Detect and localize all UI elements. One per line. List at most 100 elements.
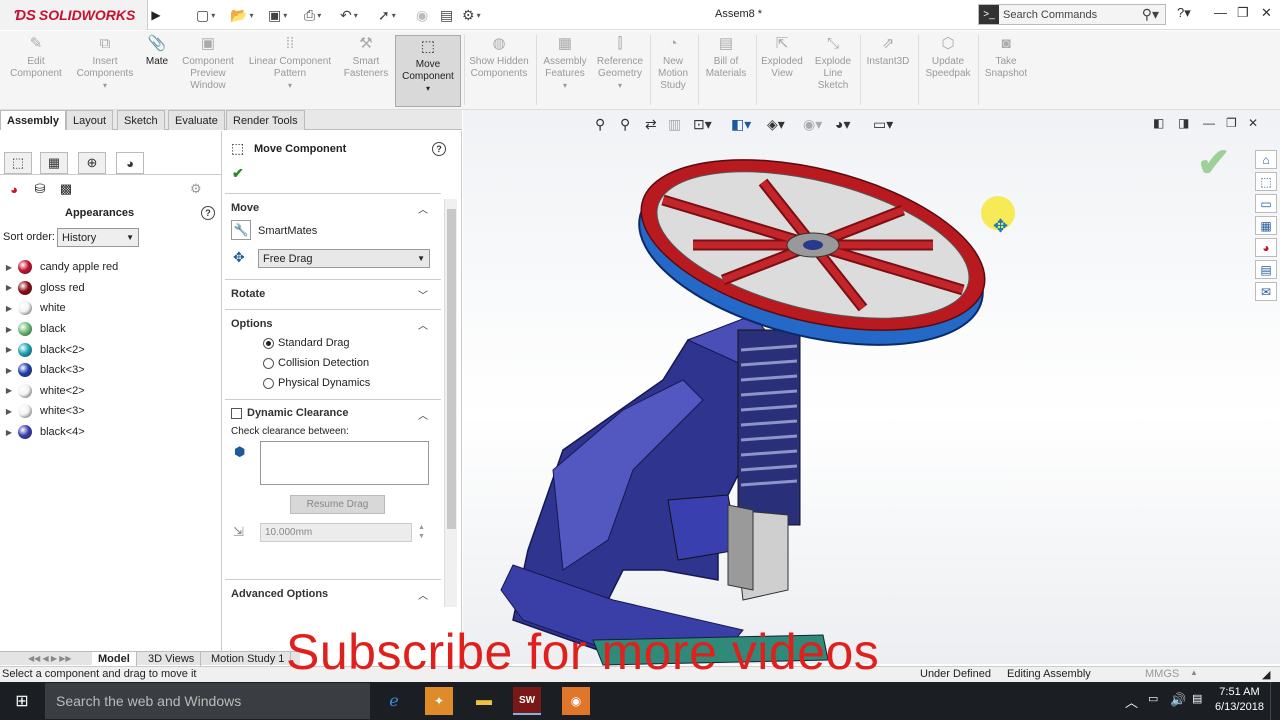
tab-render-tools[interactable]: Render Tools [226,110,305,130]
scrollbar-thumb[interactable] [447,209,456,529]
search-icon[interactable]: ⚲▾ [1142,6,1159,23]
appearance-item[interactable]: ▶ black<2> [0,339,222,360]
tab-scroll-arrows-icon[interactable]: ◀◀ ◀ ▶ ▶▶ [28,654,72,663]
dynamic-annotation-icon[interactable]: ⊡▾ [693,116,712,133]
edit-component-button[interactable]: ✎ Edit Component [6,35,66,80]
expand-icon[interactable]: ﹀ [418,287,428,302]
select-cursor-icon[interactable]: ➚ ▾ [378,5,396,25]
tile-left-icon[interactable]: ◧ [1153,116,1164,130]
expand-arrow-icon[interactable]: ▶ [0,325,18,334]
dynamic-clearance-checkbox[interactable]: Dynamic Clearance [231,407,349,419]
decals-icon[interactable]: ⛁ [30,179,50,199]
hide-show-items-icon[interactable]: ◉▾ [803,116,822,133]
collapse-icon[interactable]: ︿ [418,407,428,422]
feature-manager-icon[interactable]: ⬚ [4,152,32,174]
bill-of-materials-button[interactable]: ▤ Bill of Materials [700,35,752,80]
tray-chevron-icon[interactable]: ︿ [1125,692,1138,711]
volume-icon[interactable]: 🔊 [1170,692,1186,708]
tile-right-icon[interactable]: ◨ [1178,116,1189,130]
tab-evaluate[interactable]: Evaluate [168,110,225,130]
unit-system[interactable]: MMGS [1145,668,1179,680]
solidworks-taskbar-icon[interactable]: SW [513,687,541,715]
search-commands-field[interactable]: >_ Search Commands ⚲▾ [978,4,1166,25]
move-component-button[interactable]: ⬚ Move Component ▾ [395,35,461,107]
appearance-item[interactable]: ▶ white [0,298,222,319]
rebuild-icon[interactable]: ◉ [416,5,428,25]
appearance-item[interactable]: ▶ black [0,319,222,340]
expand-arrow-icon[interactable]: ▶ [0,304,18,313]
scene-icon[interactable]: ▩ [56,179,76,199]
show-desktop-button[interactable] [1270,682,1280,720]
collapse-icon[interactable]: ︿ [418,317,428,332]
view-palette-icon[interactable]: ▦ [1255,216,1277,235]
options-gear-icon[interactable]: ⚙ ▾ [462,5,481,25]
appearance-item[interactable]: ▶ black<4> [0,422,222,443]
app-icon[interactable]: ✦ [425,687,453,715]
undo-icon[interactable]: ↶ ▾ [340,5,358,25]
design-library-icon[interactable]: ⬚ [1255,172,1277,191]
close-button[interactable]: ✕ [1261,5,1272,21]
expand-arrow-icon[interactable]: ▶ [0,366,18,375]
appearance-item[interactable]: ▶ white<2> [0,381,222,402]
rotate-section[interactable]: Rotate ﹀ [225,279,441,307]
expand-arrow-icon[interactable]: ▶ [0,428,18,437]
minimize-button[interactable]: — [1214,5,1227,20]
appearance-manager-icon[interactable]: ◕ [116,152,144,174]
exploded-view-button[interactable]: ⇱ Exploded View [758,35,806,80]
recorder-icon[interactable]: ◉ [562,687,590,715]
expand-arrow-icon[interactable]: ▶ [0,386,18,395]
tab-sketch[interactable]: Sketch [117,110,165,130]
home-icon[interactable]: ⌂ [1255,150,1277,169]
tab-motion-study[interactable]: Motion Study 1 [205,652,292,666]
windows-start-icon[interactable]: ⊞ [0,682,44,720]
explode-line-sketch-button[interactable]: ⤡ Explode Line Sketch [810,35,856,92]
help-icon[interactable]: ? [432,142,446,156]
expand-arrow-icon[interactable]: ▶ [0,407,18,416]
standard-drag-radio[interactable]: Standard Drag [263,337,350,349]
component-preview-window-button[interactable]: ▣ Component Preview Window [176,35,240,92]
linear-component-pattern-button[interactable]: ⁞⁞ Linear Component Pattern ▾ [244,35,336,92]
appearance-edit-icon[interactable]: ⚙ [190,181,202,197]
graphics-area[interactable]: ⚲ ⚲ ⇄ ▥ ⊡▾ ◧▾ ◈▾ ◉▾ ◕▾ ▭▾ ◧ ◨ — ❐ ✕ ✔ ✥ [463,110,1280,666]
new-motion-study-button[interactable]: ◔ New Motion Study [652,35,694,92]
taskbar-search[interactable]: Search the web and Windows [45,683,370,719]
edge-icon[interactable]: ℯ [380,687,408,715]
expand-arrow-icon[interactable]: ▶ [0,263,18,272]
close-view-icon[interactable]: ✕ [1248,116,1258,130]
units-chevron-icon[interactable]: ▲ [1190,668,1198,677]
ok-check-icon[interactable]: ✔ [232,165,244,182]
appearance-item[interactable]: ▶ candy apple red [0,257,222,278]
sort-order-select[interactable]: History ▼ [57,228,139,247]
previous-view-icon[interactable]: ⇄ [645,116,657,133]
tab-layout[interactable]: Layout [66,110,114,130]
update-speedpak-button[interactable]: ⬡ Update Speedpak [920,35,976,80]
mate-button[interactable]: 📎 Mate [142,35,172,68]
tab-3d-views[interactable]: 3D Views [142,652,202,666]
assembly-features-button[interactable]: ▦ Assembly Features ▾ [538,35,592,92]
display-style-icon[interactable]: ◈▾ [767,116,785,133]
show-hidden-components-button[interactable]: ◍ Show Hidden Components [466,35,532,80]
press-model[interactable]: ✥ [493,150,1053,695]
smart-fasteners-button[interactable]: ⚒ Smart Fasteners [340,35,392,80]
solidworks-logo[interactable]: ƊS SOLIDWORKS [0,0,148,30]
tab-model[interactable]: Model [92,652,137,666]
section-view-icon[interactable]: ▥ [668,116,681,133]
file-explorer-icon[interactable]: ▭ [1255,194,1277,213]
insert-components-button[interactable]: ⧉ Insert Components ▾ [70,35,140,92]
spin-arrows-icon[interactable]: ▲ ▼ [418,523,425,541]
config-manager-icon[interactable]: ⊕ [78,152,106,174]
advanced-options-section[interactable]: Advanced Options ︿ [225,579,441,607]
appearance-item[interactable]: ▶ white<3> [0,401,222,422]
property-manager-icon[interactable]: ▦ [40,152,68,174]
take-snapshot-button[interactable]: ◙ Take Snapshot [980,35,1032,80]
appearances-icon[interactable]: ◕ [4,179,24,199]
taskbar-clock[interactable]: 7:51 AM 6/13/2018 [1215,685,1264,715]
expand-arrow-icon[interactable]: ▶ [0,283,18,292]
network-icon[interactable]: ▭ [1148,692,1158,705]
view-settings-icon[interactable]: ▭▾ [873,116,893,133]
view-orientation-icon[interactable]: ◧▾ [731,116,751,133]
minimize-view-icon[interactable]: — [1203,116,1215,130]
restore-button[interactable]: ❐ [1237,5,1249,21]
notifications-icon[interactable]: ▤ [1192,692,1202,705]
edit-appearance-icon[interactable]: ◕▾ [835,116,850,133]
